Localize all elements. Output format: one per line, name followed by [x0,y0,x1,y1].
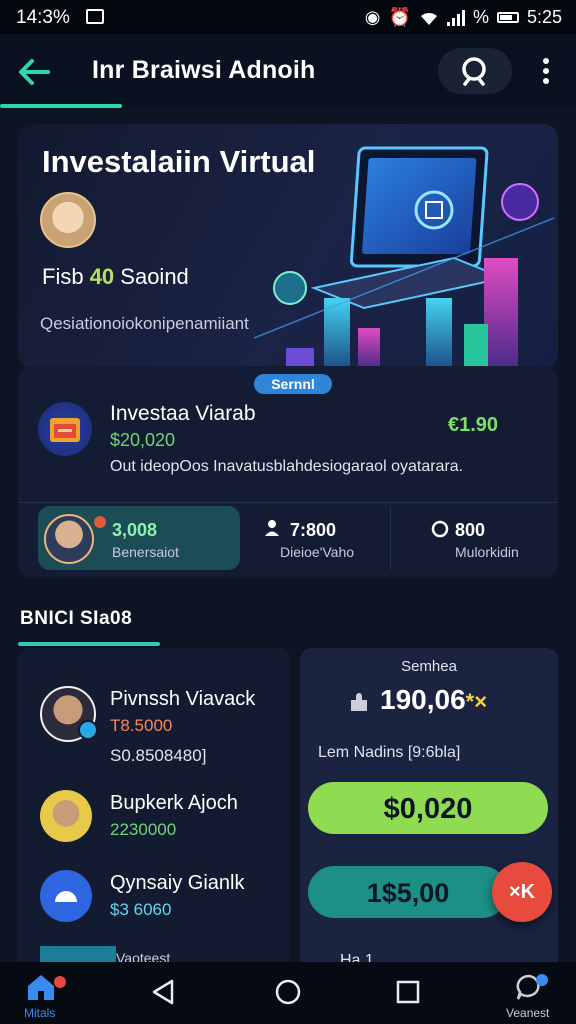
list-item-value: T8.5000 [110,716,173,735]
summary-panel: Semhea 190,06*× Lem Nadins [9:6bla] $0,0… [300,648,558,978]
verified-icon [78,720,98,740]
card-description: Out ideopOos Inavatusblahdesiogaraol oya… [110,458,464,475]
hero-description: Qesiationoiokonipenamiiant [40,314,249,333]
back-arrow-icon[interactable] [14,52,54,92]
secondary-amount-button[interactable]: 1$5,00 [308,866,508,918]
search-button[interactable] [438,48,512,94]
avatar [40,790,92,842]
list-item-name: Bupkerk Ajoch [110,792,238,814]
nav-home-label: Mitals [24,1006,56,1020]
person-icon [262,518,282,543]
laptop-illustration [254,146,554,368]
more-options-icon[interactable] [534,56,558,86]
panel-big-value: 190,06*× [380,684,487,716]
list-item-value: $3 6060 [110,900,172,919]
section-title: BNICI SIa08 [20,608,133,629]
notification-dot [94,516,106,528]
list-item[interactable]: Pivnssh Viavack T8.5000 S0.8508480] [18,682,290,765]
home-badge [54,976,66,988]
page-title: Inr Braiwsi Adnoih [92,56,316,84]
battery-percent: % [472,7,489,27]
stat-market[interactable]: 800 Mulorkidin [390,506,559,570]
hero-fund-suffix: Saoind [114,264,189,289]
list-item-value: 2230000 [110,820,177,839]
stat-balance[interactable]: 3,008 Benersaiot [38,506,240,570]
status-pill: Sernnl [254,374,332,394]
card-right-value: €1.90 [448,414,499,436]
stat-label: Dieioe'Vaho [280,544,355,560]
panel-big-accent: *× [465,689,488,714]
clock-icon [431,520,449,543]
status-time: 14:3% [16,7,70,28]
nav-chat-label: Veanest [506,1006,550,1020]
section-underline [18,642,160,646]
status-icons: ◉ ⏰ % 5:25 [365,7,562,28]
home-icon [28,975,54,1000]
list-item-name: Qynsaiy Gianlk [110,872,245,894]
recents-nav-icon[interactable] [396,980,420,1004]
nav-home[interactable]: Mitals [24,972,66,1020]
stat-avatar [44,514,94,564]
stat-label: Mulorkidin [455,544,519,560]
card-title: Investaa Viarab [110,402,256,425]
list-item[interactable]: Bupkerk Ajoch 2230000 [18,786,290,866]
search-icon [462,57,486,86]
list-item-subvalue: S0.8508480] [110,746,207,765]
panel-label: Lem Nadins [9:6bla] [318,744,461,761]
floating-action-button[interactable]: ×K [492,862,552,922]
app-bar: Inr Braiwsi Adnoih [0,34,576,108]
gallery-notification-icon [86,9,104,24]
folder-icon [38,402,92,456]
stat-value: 7:800 [290,520,337,540]
nav-chat[interactable]: Veanest [506,972,549,1020]
list-item[interactable]: Qynsaiy Gianlk $3 6060 [18,866,290,946]
primary-amount-button[interactable]: $0,020 [308,782,548,834]
panel-title: Semhea [401,658,457,675]
hero-fund-prefix: Fisb [42,264,90,289]
back-nav-icon[interactable] [150,978,176,1006]
stat-value: 3,008 [112,520,158,540]
stat-duration[interactable]: 7:800 Dieioe'Vaho [244,506,402,570]
stat-value: 800 [455,520,486,540]
list-item-name: Pivnssh Viavack [110,688,256,710]
puzzle-icon [348,692,370,719]
battery-icon [496,12,519,23]
active-tab-indicator [0,104,122,108]
user-avatar[interactable] [40,192,96,248]
panel-big-number: 190,06 [380,684,466,715]
stat-label: Benersaiot [112,544,179,560]
card-divider [18,502,558,503]
bottom-navigation: Mitals Veanest [0,962,576,1024]
hero-fund-highlight: 40 [89,264,115,289]
hero-fund-line: Fisb 40 Saoind [42,264,189,290]
status-clock-right: 5:25 [526,7,562,27]
signal-icon [446,9,465,26]
wifi-icon [420,12,437,25]
people-list: Pivnssh Viavack T8.5000 S0.8508480] Bupk… [18,648,290,978]
hero-banner[interactable]: Investalaiin Virtual Fisb 40 Saoind Qesi… [18,124,558,368]
avatar [40,870,92,922]
home-nav-icon[interactable] [274,978,302,1006]
alarm-icon: ⏰ [388,7,411,27]
status-bar: 14:3% ◉ ⏰ % 5:25 [0,0,576,34]
nfc-icon: ◉ [364,7,381,27]
investment-card[interactable]: Sernnl Investaa Viarab $20,020 €1.90 Out… [18,366,558,578]
chat-badge [536,974,548,986]
card-value: $20,020 [110,430,176,450]
